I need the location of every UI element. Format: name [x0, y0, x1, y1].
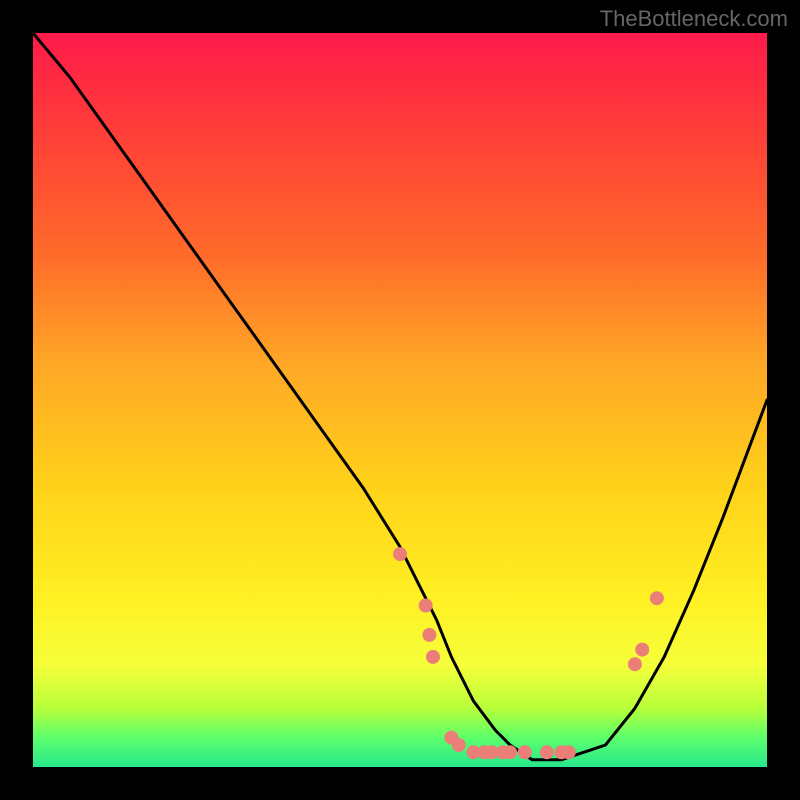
curve-marker — [540, 745, 554, 759]
curve-marker — [452, 738, 466, 752]
bottleneck-curve — [33, 33, 767, 760]
curve-marker — [518, 745, 532, 759]
curve-marker — [635, 643, 649, 657]
chart-container: TheBottleneck.com — [0, 0, 800, 800]
curve-marker — [503, 745, 517, 759]
curve-markers — [393, 547, 664, 759]
curve-marker — [422, 628, 436, 642]
chart-svg — [33, 33, 767, 767]
curve-marker — [562, 745, 576, 759]
curve-marker — [426, 650, 440, 664]
watermark-label: TheBottleneck.com — [600, 6, 788, 32]
curve-marker — [628, 657, 642, 671]
curve-marker — [419, 599, 433, 613]
curve-marker — [650, 591, 664, 605]
curve-marker — [393, 547, 407, 561]
plot-area — [33, 33, 767, 767]
